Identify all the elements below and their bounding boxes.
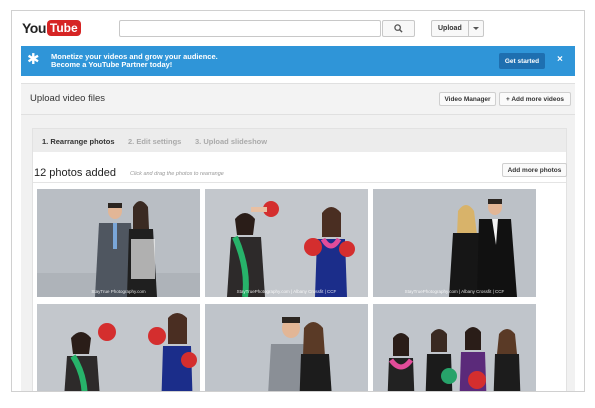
- upload-label: Upload: [438, 25, 462, 32]
- photo-thumbnail[interactable]: StayTruePhotography.com | Albany Crossfi…: [205, 189, 368, 297]
- boxing-photo-image: [37, 304, 200, 391]
- star-icon: ✱: [27, 51, 40, 68]
- photo-watermark: StayTruePhotography.com | Albany Crossfi…: [404, 289, 505, 294]
- search-button[interactable]: [382, 20, 415, 37]
- photo-thumbnail[interactable]: [373, 304, 536, 391]
- group-photo-image: [373, 304, 536, 391]
- video-manager-button[interactable]: Video Manager: [439, 92, 496, 106]
- close-icon[interactable]: ×: [557, 54, 563, 65]
- add-more-videos-button[interactable]: + Add more videos: [499, 92, 571, 106]
- wizard-steps: 1. Rearrange photos 2. Edit settings 3. …: [33, 129, 566, 152]
- search-input[interactable]: [119, 20, 381, 37]
- youtube-logo[interactable]: You Tube: [22, 19, 81, 37]
- upload-dropdown[interactable]: [467, 21, 483, 36]
- banner-message: Monetize your videos and grow your audie…: [51, 53, 218, 69]
- add-more-photos-button[interactable]: Add more photos: [502, 163, 567, 177]
- couple-formal-photo-image: [373, 189, 536, 297]
- content-area: 1. Rearrange photos 2. Edit settings 3. …: [21, 115, 575, 391]
- upload-header-panel: Upload video files Video Manager + Add m…: [21, 83, 575, 115]
- partner-banner: ✱ Monetize your videos and grow your aud…: [21, 46, 575, 76]
- step-edit-settings[interactable]: 2. Edit settings: [128, 137, 181, 146]
- rearrange-hint: Click and drag the photos to rearrange: [130, 171, 224, 177]
- top-bar: You Tube Upload: [12, 11, 584, 46]
- photo-thumbnail[interactable]: [205, 304, 368, 391]
- boxing-photo-image: [205, 189, 368, 297]
- upload-button[interactable]: Upload: [431, 20, 484, 37]
- divider: [33, 182, 566, 183]
- page-title: Upload video files: [30, 93, 105, 104]
- get-started-button[interactable]: Get started: [499, 53, 545, 69]
- chevron-down-icon: [472, 27, 479, 30]
- photo-count: 12 photos added: [34, 167, 116, 179]
- photo-watermark: StayTruePhotography.com | Albany Crossfi…: [236, 289, 337, 294]
- photo-thumbnail[interactable]: [37, 304, 200, 391]
- slideshow-wizard: 1. Rearrange photos 2. Edit settings 3. …: [32, 128, 567, 391]
- search-icon: [394, 24, 403, 33]
- couple-photo-image: [205, 304, 368, 391]
- photo-thumbnail[interactable]: StayTruePhotography.com | Albany Crossfi…: [373, 189, 536, 297]
- photo-thumbnail[interactable]: StayTrue Photography.com: [37, 189, 200, 297]
- banner-line-2: Become a YouTube Partner today!: [51, 60, 173, 69]
- photo-watermark: StayTrue Photography.com: [91, 289, 146, 294]
- step-upload-slideshow[interactable]: 3. Upload slideshow: [195, 137, 267, 146]
- step-rearrange-photos[interactable]: 1. Rearrange photos: [42, 137, 115, 146]
- couple-photo-image: [37, 189, 200, 297]
- youtube-upload-window: You Tube Upload ✱ Monetize your videos a…: [11, 10, 585, 392]
- logo-you: You: [22, 20, 46, 36]
- logo-tube: Tube: [46, 20, 81, 36]
